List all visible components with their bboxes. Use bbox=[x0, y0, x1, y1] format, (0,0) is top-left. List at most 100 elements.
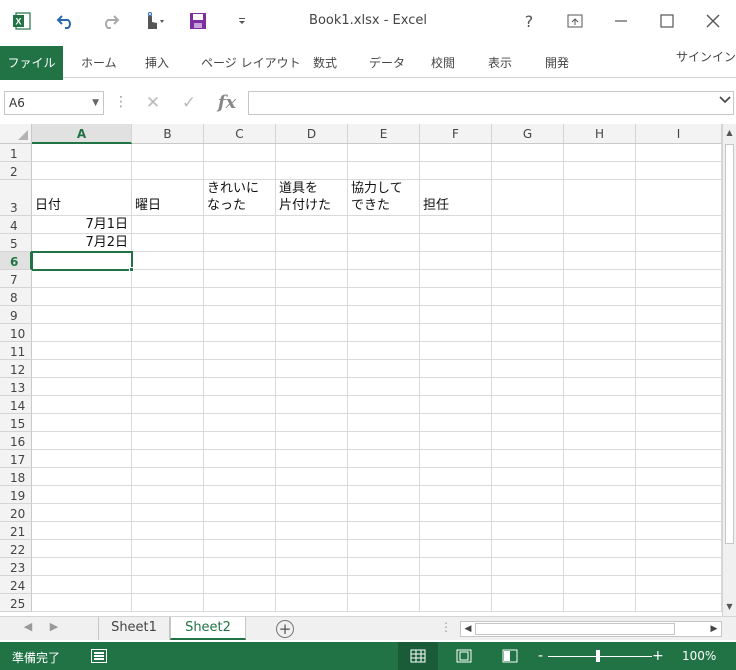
row-header-4[interactable]: 4 bbox=[0, 216, 32, 234]
cell-a1[interactable] bbox=[32, 144, 132, 162]
cell-d20[interactable] bbox=[276, 504, 348, 522]
row-header-20[interactable]: 20 bbox=[0, 504, 32, 522]
cell-h10[interactable] bbox=[564, 324, 636, 342]
cell-d8[interactable] bbox=[276, 288, 348, 306]
ribbon-display-options-icon[interactable] bbox=[552, 0, 598, 42]
cell-f11[interactable] bbox=[420, 342, 492, 360]
cell-f23[interactable] bbox=[420, 558, 492, 576]
cell-c14[interactable] bbox=[204, 396, 276, 414]
cell-i4[interactable] bbox=[636, 216, 722, 234]
cell-c20[interactable] bbox=[204, 504, 276, 522]
cell-a11[interactable] bbox=[32, 342, 132, 360]
cell-e5[interactable] bbox=[348, 234, 420, 252]
cell-d12[interactable] bbox=[276, 360, 348, 378]
row-header-8[interactable]: 8 bbox=[0, 288, 32, 306]
sheet-tab-sheet2[interactable]: Sheet2 bbox=[170, 617, 246, 640]
cell-g9[interactable] bbox=[492, 306, 564, 324]
cell-i18[interactable] bbox=[636, 468, 722, 486]
column-header-i[interactable]: I bbox=[636, 124, 722, 144]
cell-c7[interactable] bbox=[204, 270, 276, 288]
cell-i2[interactable] bbox=[636, 162, 722, 180]
row-header-6[interactable]: 6 bbox=[0, 252, 32, 270]
cell-b17[interactable] bbox=[132, 450, 204, 468]
cell-f9[interactable] bbox=[420, 306, 492, 324]
cell-f17[interactable] bbox=[420, 450, 492, 468]
cell-i25[interactable] bbox=[636, 594, 722, 612]
cell-d11[interactable] bbox=[276, 342, 348, 360]
cell-h21[interactable] bbox=[564, 522, 636, 540]
cell-d18[interactable] bbox=[276, 468, 348, 486]
cell-e23[interactable] bbox=[348, 558, 420, 576]
cell-f15[interactable] bbox=[420, 414, 492, 432]
cell-b8[interactable] bbox=[132, 288, 204, 306]
cell-i11[interactable] bbox=[636, 342, 722, 360]
sign-in-link[interactable]: サインイン bbox=[676, 48, 736, 65]
cell-e20[interactable] bbox=[348, 504, 420, 522]
cell-h9[interactable] bbox=[564, 306, 636, 324]
scroll-down-icon[interactable]: ▼ bbox=[723, 600, 736, 614]
tab-file[interactable]: ファイル bbox=[0, 46, 63, 80]
cell-f12[interactable] bbox=[420, 360, 492, 378]
cell-b15[interactable] bbox=[132, 414, 204, 432]
name-box[interactable]: A6 ▼ bbox=[4, 91, 104, 115]
cell-i13[interactable] bbox=[636, 378, 722, 396]
tab-insert[interactable]: 挿入 bbox=[145, 46, 169, 80]
cell-i19[interactable] bbox=[636, 486, 722, 504]
cell-d4[interactable] bbox=[276, 216, 348, 234]
column-header-d[interactable]: D bbox=[276, 124, 348, 144]
cell-c16[interactable] bbox=[204, 432, 276, 450]
row-header-12[interactable]: 12 bbox=[0, 360, 32, 378]
formula-input[interactable] bbox=[248, 91, 734, 115]
cell-e25[interactable] bbox=[348, 594, 420, 612]
cell-i5[interactable] bbox=[636, 234, 722, 252]
tab-formulas[interactable]: 数式 bbox=[313, 46, 337, 80]
cell-e17[interactable] bbox=[348, 450, 420, 468]
cell-f10[interactable] bbox=[420, 324, 492, 342]
cell-c15[interactable] bbox=[204, 414, 276, 432]
cell-a22[interactable] bbox=[32, 540, 132, 558]
cell-f18[interactable] bbox=[420, 468, 492, 486]
cell-d6[interactable] bbox=[276, 252, 348, 270]
tab-split-handle[interactable]: ⋮ bbox=[440, 620, 452, 634]
cell-a8[interactable] bbox=[32, 288, 132, 306]
sheet-scroll-left-icon[interactable]: ◀ bbox=[18, 620, 38, 633]
cell-h25[interactable] bbox=[564, 594, 636, 612]
tab-view[interactable]: 表示 bbox=[488, 46, 512, 80]
cell-f13[interactable] bbox=[420, 378, 492, 396]
cell-i23[interactable] bbox=[636, 558, 722, 576]
cell-b21[interactable] bbox=[132, 522, 204, 540]
cell-d21[interactable] bbox=[276, 522, 348, 540]
cell-e10[interactable] bbox=[348, 324, 420, 342]
column-header-b[interactable]: B bbox=[132, 124, 204, 144]
cell-d1[interactable] bbox=[276, 144, 348, 162]
page-break-preview-icon[interactable] bbox=[490, 642, 530, 670]
cell-g21[interactable] bbox=[492, 522, 564, 540]
row-header-3[interactable]: 3 bbox=[0, 180, 32, 216]
cell-g6[interactable] bbox=[492, 252, 564, 270]
cell-b10[interactable] bbox=[132, 324, 204, 342]
cell-e16[interactable] bbox=[348, 432, 420, 450]
maximize-icon[interactable] bbox=[644, 0, 690, 42]
row-header-7[interactable]: 7 bbox=[0, 270, 32, 288]
fill-handle[interactable] bbox=[129, 267, 134, 272]
row-header-1[interactable]: 1 bbox=[0, 144, 32, 162]
cell-a15[interactable] bbox=[32, 414, 132, 432]
cell-i9[interactable] bbox=[636, 306, 722, 324]
cell-a20[interactable] bbox=[32, 504, 132, 522]
cell-e22[interactable] bbox=[348, 540, 420, 558]
cell-h12[interactable] bbox=[564, 360, 636, 378]
cell-i7[interactable] bbox=[636, 270, 722, 288]
row-header-25[interactable]: 25 bbox=[0, 594, 32, 612]
column-header-f[interactable]: F bbox=[420, 124, 492, 144]
scroll-left-icon[interactable]: ◀ bbox=[461, 622, 475, 636]
cell-g20[interactable] bbox=[492, 504, 564, 522]
cell-g22[interactable] bbox=[492, 540, 564, 558]
cell-h16[interactable] bbox=[564, 432, 636, 450]
cell-d23[interactable] bbox=[276, 558, 348, 576]
vertical-scrollbar[interactable]: ▲ ▼ bbox=[722, 124, 736, 616]
cell-f22[interactable] bbox=[420, 540, 492, 558]
cell-d19[interactable] bbox=[276, 486, 348, 504]
cell-b22[interactable] bbox=[132, 540, 204, 558]
cell-d7[interactable] bbox=[276, 270, 348, 288]
cell-e14[interactable] bbox=[348, 396, 420, 414]
